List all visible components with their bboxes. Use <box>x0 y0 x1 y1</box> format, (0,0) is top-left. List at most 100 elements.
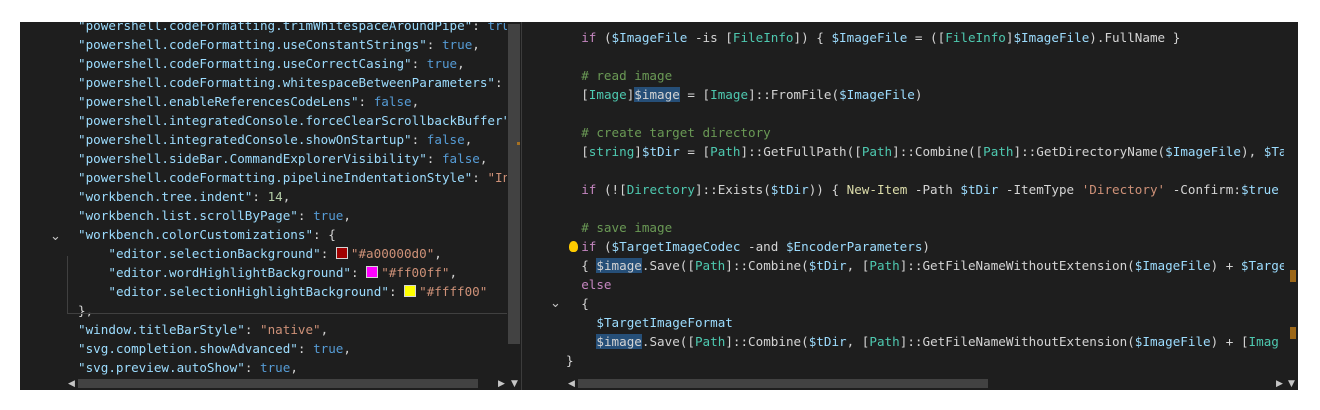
code-token: : <box>244 360 260 375</box>
code-token: -and <box>740 239 786 254</box>
code-token: $image <box>596 258 642 273</box>
code-token: 14 <box>267 189 283 204</box>
settings-vertical-scrollbar[interactable] <box>507 22 521 390</box>
code-token: Path <box>983 144 1014 159</box>
code-token: $tDir <box>960 182 999 197</box>
code-token: true <box>313 341 344 356</box>
code-line[interactable]: $TargetImageFormat <box>596 313 732 332</box>
code-line[interactable]: # create target directory <box>581 123 771 142</box>
code-line[interactable]: }, <box>78 301 93 320</box>
color-swatch[interactable] <box>335 247 348 259</box>
code-line[interactable]: if (![Directory]::Exists($tDir)) { New-I… <box>581 180 1279 199</box>
code-token: : <box>297 341 314 356</box>
code-token: # read image <box>581 68 673 83</box>
code-token: ]::Combine( <box>725 334 809 349</box>
code-token: $TargetImageFormat <box>596 315 733 330</box>
code-token: ( <box>596 30 612 45</box>
scroll-right-arrow-icon[interactable]: ▶ <box>498 379 505 389</box>
code-line[interactable]: "svg.completion.showAdvanced": true, <box>78 339 351 358</box>
code-line[interactable]: # read image <box>581 66 672 85</box>
overview-marker <box>517 142 520 145</box>
code-token: ]::FromFile( <box>748 87 840 102</box>
color-swatch[interactable] <box>366 266 379 278</box>
code-line[interactable]: "workbench.tree.indent": 14, <box>78 187 290 206</box>
code-token: if <box>581 182 597 197</box>
scroll-left-arrow-icon[interactable]: ◀ <box>568 379 575 389</box>
code-token: FileInfo <box>732 30 794 45</box>
code-line[interactable]: "powershell.integratedConsole.forceClear… <box>78 111 518 130</box>
code-token: "powershell.sideBar.CommandExplorerVisib… <box>78 151 427 166</box>
code-token: ) + [ <box>1210 334 1249 349</box>
lightbulb-icon[interactable] <box>569 241 578 252</box>
code-token: : <box>472 170 488 185</box>
settings-json-editor[interactable]: "powershell.codeFormatting.trimWhitespac… <box>20 22 521 390</box>
active-line-border <box>67 313 507 314</box>
code-token: (![ <box>596 182 627 197</box>
code-token: "editor.wordHighlightBackground" <box>108 265 352 280</box>
code-line[interactable]: if ($ImageFile -is [FileInfo]) { $ImageF… <box>581 28 1180 47</box>
code-line[interactable]: else <box>581 275 611 294</box>
code-line[interactable]: if ($TargetImageCodec -and $EncoderParam… <box>581 237 930 256</box>
code-line[interactable]: "powershell.codeFormatting.pipelineInden… <box>78 168 518 187</box>
scrollbar-thumb[interactable] <box>508 24 520 344</box>
code-token: ) + <box>1210 258 1241 273</box>
code-token: "native" <box>259 322 321 337</box>
code-token: , <box>434 246 442 261</box>
code-token: ]::GetFullPath([ <box>740 144 862 159</box>
fold-chevron-icon[interactable]: ⌄ <box>50 227 61 246</box>
code-line[interactable]: { <box>581 294 589 313</box>
code-token: : <box>388 284 405 299</box>
scroll-left-arrow-icon[interactable]: ◀ <box>68 379 75 389</box>
code-line[interactable]: "powershell.enableReferencesCodeLens": f… <box>78 92 419 111</box>
code-token: Path <box>710 144 741 159</box>
code-line[interactable]: "svg.preview.autoShow": true, <box>78 358 298 377</box>
code-token: = [ <box>679 144 711 159</box>
code-line[interactable]: # save image <box>581 218 672 237</box>
code-token: : <box>358 94 374 109</box>
code-token: { <box>581 258 597 273</box>
scroll-down-arrow-icon[interactable]: ▼ <box>511 379 518 389</box>
code-token: $ImageFile <box>1134 258 1211 273</box>
code-token: ]::GetFileNameWithoutExtension( <box>899 258 1135 273</box>
scroll-down-arrow-icon[interactable]: ▼ <box>1288 379 1295 389</box>
script-horizontal-scrollbar[interactable]: ◀ ▶ ▼ <box>522 377 1298 390</box>
overview-marker <box>1290 270 1296 282</box>
settings-horizontal-scrollbar[interactable]: ◀ ▶ ▼ <box>20 377 521 390</box>
code-line[interactable]: { $image.Save([Path]::Combine($tDir, [Pa… <box>581 256 1294 275</box>
code-line[interactable]: } <box>566 351 574 370</box>
code-line[interactable]: "workbench.colorCustomizations": { <box>78 225 336 244</box>
code-line[interactable]: [Image]$image = [Image]::FromFile($Image… <box>581 85 922 104</box>
code-token: .Save([ <box>641 258 695 273</box>
code-line[interactable]: "editor.selectionBackground": "#a00000d0… <box>108 244 441 263</box>
code-line[interactable]: "powershell.codeFormatting.whitespaceBet… <box>78 73 518 92</box>
code-token: ]::Exists( <box>694 182 771 197</box>
code-token: [ <box>581 144 589 159</box>
scrollbar-thumb[interactable] <box>578 379 988 388</box>
scrollbar-thumb[interactable] <box>78 379 478 388</box>
code-token: , <box>343 341 351 356</box>
code-token: "powershell.integratedConsole.showOnStar… <box>78 132 412 147</box>
code-token: } <box>566 353 574 368</box>
script-vertical-scrollbar[interactable] <box>1284 22 1298 390</box>
color-swatch[interactable] <box>404 285 417 297</box>
code-line[interactable]: "workbench.list.scrollByPage": true, <box>78 206 351 225</box>
code-token: $tDir <box>808 334 847 349</box>
scroll-right-arrow-icon[interactable]: ▶ <box>1276 379 1283 389</box>
code-token: $tDir <box>641 144 680 159</box>
code-line[interactable]: "powershell.integratedConsole.showOnStar… <box>78 130 472 149</box>
code-line[interactable]: $image.Save([Path]::Combine($tDir, [Path… <box>596 332 1279 351</box>
code-line[interactable]: "powershell.codeFormatting.useCorrectCas… <box>78 54 465 73</box>
code-line[interactable]: [string]$tDir = [Path]::GetFullPath([Pat… <box>581 142 1294 161</box>
code-token: ]::GetDirectoryName( <box>1013 144 1166 159</box>
code-line[interactable]: "editor.selectionHighlightBackground": "… <box>108 282 487 301</box>
powershell-script-editor[interactable]: if ($ImageFile -is [FileInfo]) { $ImageF… <box>522 22 1298 390</box>
fold-chevron-icon[interactable]: ⌄ <box>550 294 561 313</box>
code-token: ), <box>1240 144 1264 159</box>
code-token: ]::GetFileNameWithoutExtension( <box>899 334 1135 349</box>
code-line[interactable]: "editor.wordHighlightBackground": "#ff00… <box>108 263 457 282</box>
code-line[interactable]: "powershell.sideBar.CommandExplorerVisib… <box>78 149 487 168</box>
code-line[interactable]: "powershell.codeFormatting.trimWhitespac… <box>78 22 518 35</box>
code-line[interactable]: "powershell.codeFormatting.useConstantSt… <box>78 35 480 54</box>
indent-guide <box>67 256 68 313</box>
code-line[interactable]: "window.titleBarStyle": "native", <box>78 320 328 339</box>
